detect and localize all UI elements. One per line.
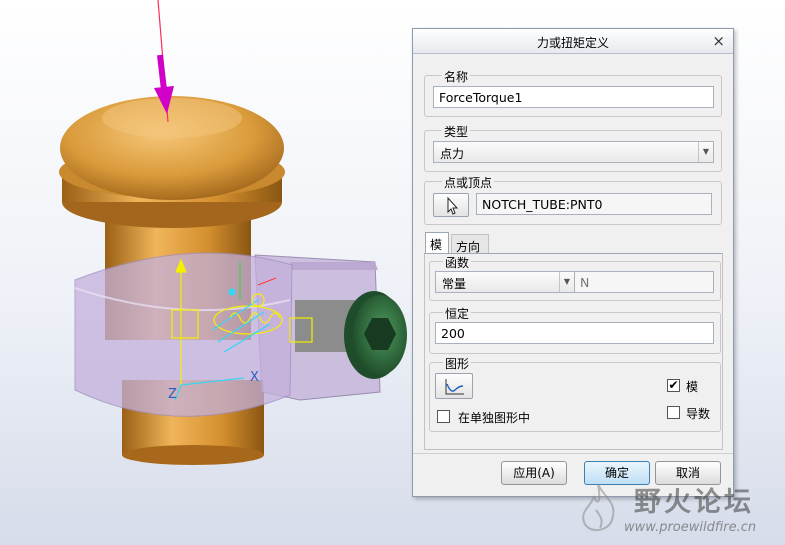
type-select[interactable]: 点力 ▼ [433,141,714,163]
apply-button[interactable]: 应用(A) [501,461,567,485]
constant-input[interactable]: 200 [435,322,714,344]
chevron-down-icon[interactable]: ▼ [559,272,574,292]
valve-cap [59,96,285,228]
tab-direction[interactable]: 方向 [451,234,489,254]
dialog-title: 力或扭矩定义 [536,36,609,50]
derivative-checkbox[interactable] [667,406,680,419]
unit-field: N [574,271,714,293]
watermark-url: www.proewildfire.cn [624,520,757,535]
constant-label: 恒定 [443,305,472,322]
name-input[interactable]: ForceTorque1 [433,86,714,108]
force-torque-dialog: 力或扭矩定义 × 名称 ForceTorque1 类型 点力 ▼ 点或顶点 NO… [412,28,734,497]
graph-button[interactable] [435,373,473,399]
graph-icon [445,379,464,395]
watermark-title: 野火论坛 [634,487,754,518]
mode-checkbox-label: 模 [686,380,699,394]
separate-graph-checkbox[interactable] [437,410,450,423]
mode-checkbox[interactable]: ✔ [667,379,680,392]
separate-graph-label: 在单独图形中 [458,411,531,425]
dialog-titlebar: 力或扭矩定义 × [413,29,733,54]
point-reference-field[interactable]: NOTCH_TUBE:PNT0 [476,193,712,215]
point-label: 点或顶点 [442,174,495,191]
function-label: 函数 [443,254,472,271]
axis-x-label: X [250,370,259,385]
housing-transparent [74,252,293,417]
chevron-down-icon[interactable]: ▼ [698,142,713,162]
axis-z-label: Z [168,387,177,402]
derivative-checkbox-label: 导数 [686,407,711,421]
flame-logo-icon [582,483,615,531]
cursor-arrow-icon [447,196,459,215]
function-select-value: 常量 [442,277,467,291]
function-select[interactable]: 常量 ▼ [435,271,575,293]
button-divider [413,453,733,454]
tab-mode[interactable]: 模 [425,232,449,254]
close-icon[interactable]: × [712,32,725,50]
graph-label: 图形 [443,355,472,372]
forum-watermark: 野火论坛 www.proewildfire.cn [572,478,782,544]
type-select-value: 点力 [440,147,465,161]
type-label: 类型 [442,123,471,140]
name-label: 名称 [442,68,471,85]
select-point-button[interactable] [433,193,469,217]
